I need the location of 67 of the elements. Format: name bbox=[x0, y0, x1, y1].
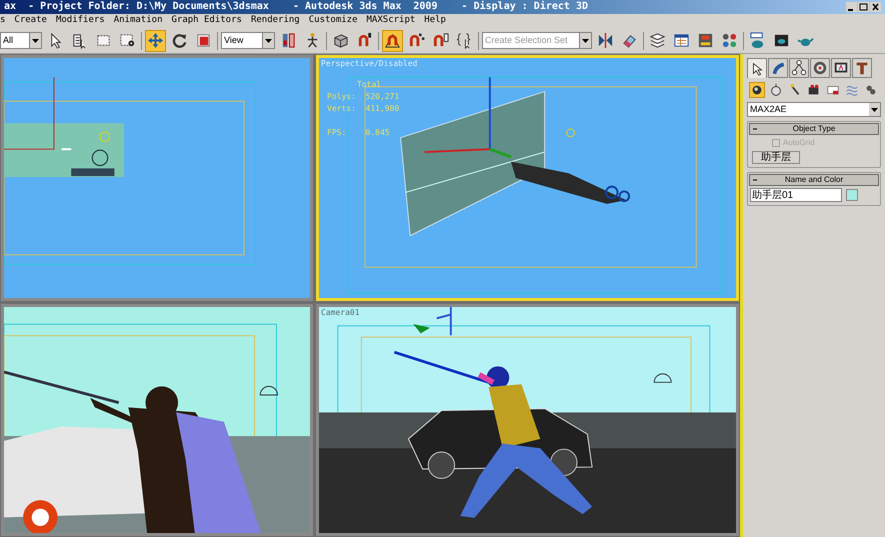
teapot-window-icon bbox=[749, 32, 766, 49]
viewport[interactable]: Camera01 bbox=[316, 304, 739, 536]
light-icon bbox=[769, 83, 783, 97]
viewport-statistic: Verts: 411,980 bbox=[327, 103, 400, 115]
menu-item[interactable]: Modifiers bbox=[56, 14, 105, 28]
close-icon[interactable] bbox=[870, 2, 881, 12]
move-icon bbox=[147, 32, 164, 49]
category-dropdown[interactable]: MAX2AE bbox=[747, 102, 881, 117]
pivot-icon bbox=[280, 32, 297, 49]
rollout-header[interactable]: Object Type bbox=[749, 123, 879, 135]
category-button[interactable] bbox=[749, 82, 765, 98]
hammer-icon bbox=[854, 60, 870, 76]
panel-tab[interactable] bbox=[810, 58, 830, 78]
wand-icon bbox=[788, 83, 802, 97]
box-icon bbox=[332, 32, 349, 49]
hierarchy-icon bbox=[791, 60, 807, 76]
angle-snap-icon bbox=[384, 32, 401, 49]
viewport-statistic: Polys: 520,271 bbox=[327, 91, 400, 103]
percent-magnet-icon bbox=[408, 32, 425, 49]
helper-button[interactable]: 助手层 bbox=[752, 151, 800, 164]
toolbar-button[interactable] bbox=[382, 30, 403, 52]
menu-item[interactable]: Graph Editors bbox=[172, 14, 242, 28]
menu-item[interactable]: Help bbox=[424, 14, 446, 28]
menu-item[interactable]: MAXScript bbox=[366, 14, 416, 28]
caret-icon bbox=[582, 38, 589, 42]
spinner-magnet-icon bbox=[432, 32, 449, 49]
menu-item[interactable]: Create bbox=[14, 14, 47, 28]
magnet-icon bbox=[356, 32, 373, 49]
window-title: ax - Project Folder: D:\My Documents\3dsmax - Autodesk 3ds Max 2009 - Display : Direct 3D bbox=[4, 2, 588, 12]
minimize-icon[interactable] bbox=[846, 2, 857, 12]
name-field[interactable]: 助手层01 bbox=[750, 188, 842, 202]
waves-icon bbox=[845, 83, 859, 97]
wheel-icon bbox=[812, 60, 828, 76]
grid-window-icon bbox=[673, 32, 690, 49]
rotate-icon bbox=[171, 32, 188, 49]
schematic-icon bbox=[697, 32, 714, 49]
gears-icon bbox=[864, 83, 878, 97]
panel-tab[interactable] bbox=[831, 58, 851, 78]
braces-icon bbox=[456, 32, 473, 49]
maximize-icon[interactable] bbox=[858, 2, 869, 12]
menu-item[interactable]: Customize bbox=[308, 14, 358, 28]
dropdown[interactable]: View bbox=[221, 32, 275, 49]
viewport-label[interactable]: Camera01 bbox=[321, 307, 360, 319]
caret-icon bbox=[32, 38, 39, 42]
menu-item[interactable]: s bbox=[0, 14, 6, 28]
rollout-header[interactable]: Name and Color bbox=[749, 174, 879, 186]
curve-icon bbox=[770, 60, 786, 76]
panel-tab[interactable] bbox=[789, 58, 809, 78]
scale-icon bbox=[195, 32, 212, 49]
spheres-icon bbox=[721, 32, 738, 49]
mirror-icon bbox=[597, 32, 614, 49]
caret-icon bbox=[871, 108, 878, 112]
monitor-icon bbox=[773, 32, 790, 49]
layers-icon bbox=[649, 32, 666, 49]
camera-icon bbox=[807, 83, 821, 97]
menu-item[interactable]: Rendering bbox=[250, 14, 300, 28]
category-button[interactable] bbox=[768, 82, 784, 98]
screen-icon bbox=[826, 83, 840, 97]
menu-item[interactable]: Animation bbox=[114, 14, 162, 28]
dropdown[interactable]: All bbox=[0, 32, 42, 49]
window-crossing-icon bbox=[119, 32, 136, 49]
color-swatch[interactable] bbox=[846, 189, 858, 201]
caret-icon bbox=[265, 38, 272, 42]
panel-tab[interactable] bbox=[747, 58, 767, 78]
sphere-icon bbox=[750, 83, 764, 97]
viewport-statistic: FPS: 0.845 bbox=[327, 127, 391, 139]
list-icon bbox=[71, 32, 88, 49]
